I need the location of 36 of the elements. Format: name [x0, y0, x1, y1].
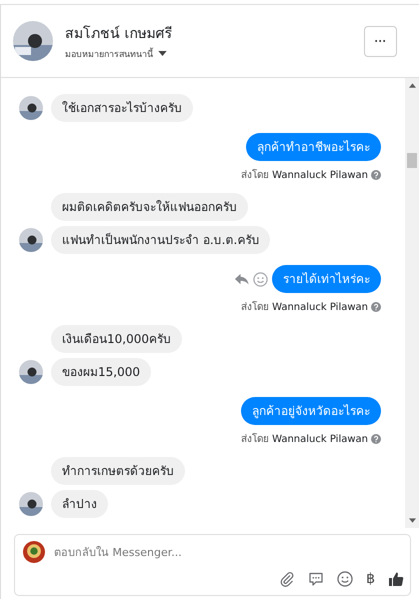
scroll-down-icon[interactable]: [408, 518, 416, 523]
avatar: [13, 21, 53, 61]
help-icon[interactable]: [371, 434, 381, 444]
contact-name: สมโภชน์ เกษมศรี: [65, 24, 174, 44]
message-bubble: ใช้เอกสารอะไรบ้างครับ: [51, 94, 193, 122]
avatar: [19, 492, 43, 516]
message-bubble: ของผม15,000: [51, 358, 151, 386]
avatar: [19, 360, 43, 384]
avatar: [19, 96, 43, 120]
assign-dropdown[interactable]: มอบหมายการสนทนานี้: [65, 46, 167, 60]
caret-icon: [158, 51, 167, 56]
help-icon[interactable]: [371, 170, 381, 180]
more-button[interactable]: ···: [364, 26, 397, 56]
message-bubble: ทำการเกษตรด้วยครับ: [51, 457, 185, 485]
message-bubble: รายได้เท่าไหร่คะ: [272, 265, 381, 293]
help-icon[interactable]: [371, 302, 381, 312]
avatar: [19, 228, 43, 252]
message-bubble: ลุกค้าทำอาชีพอะไรคะ: [246, 133, 381, 161]
page-logo-icon: [23, 541, 45, 563]
scrollbar-thumb[interactable]: [407, 153, 417, 168]
message-bubble: ผมติดเคดิตครับจะให้แฟนออกครับ: [51, 193, 248, 221]
message-input[interactable]: ตอบกลับใน Messenger...: [54, 546, 404, 558]
attachment-icon[interactable]: [279, 571, 296, 587]
message-bubble: เงินเดือน10,000ครับ: [51, 325, 182, 353]
message-bubble: ลูกค้าอยู่จังหวัดอะไรคะ: [241, 397, 381, 425]
message-bubble: แฟนทำเป็นพนักงานประจำ อ.บ.ต.ครับ: [51, 226, 270, 254]
sent-by-label: ส่งโดย Wannaluck Pilawan: [240, 300, 368, 314]
reply-icon[interactable]: [234, 272, 249, 286]
saved-reply-icon[interactable]: [308, 571, 324, 587]
sent-by-label: ส่งโดย Wannaluck Pilawan: [240, 168, 368, 182]
sent-by-label: ส่งโดย Wannaluck Pilawan: [240, 432, 368, 446]
scroll-up-icon[interactable]: [408, 83, 416, 88]
thumbs-up-icon[interactable]: [388, 571, 404, 587]
payment-button[interactable]: ฿: [366, 571, 375, 587]
message-bubble: ลำปาง: [51, 490, 108, 518]
emoji-icon[interactable]: [337, 571, 354, 587]
